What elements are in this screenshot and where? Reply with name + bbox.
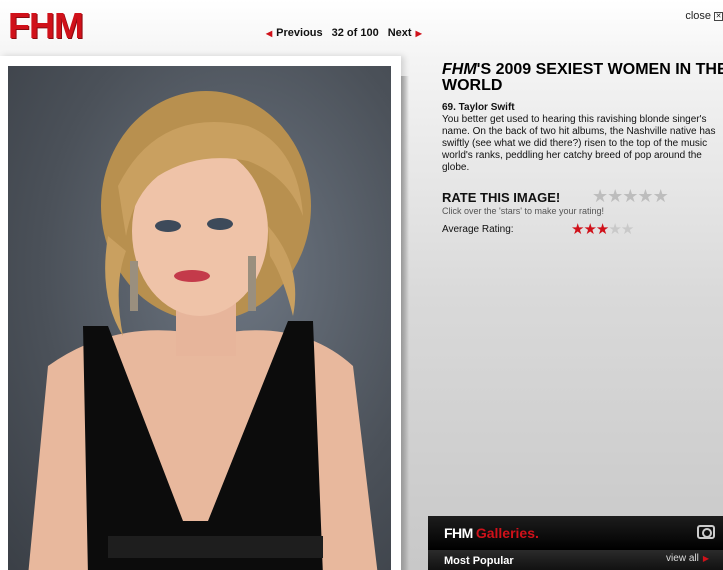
- filled-star-icon: ★: [571, 221, 584, 238]
- close-button[interactable]: close ✕: [685, 10, 723, 22]
- view-all-link[interactable]: view all ▶: [666, 553, 709, 564]
- gallery-photo[interactable]: [8, 66, 391, 570]
- rate-star-icon[interactable]: ★: [607, 186, 623, 206]
- most-popular-label: Most Popular: [444, 555, 514, 567]
- galleries-label: Galleries.: [475, 525, 539, 541]
- camera-icon: [697, 525, 715, 539]
- previous-arrow-icon[interactable]: ◀: [266, 29, 272, 38]
- view-all-arrow-icon: ▶: [702, 554, 709, 563]
- next-link[interactable]: Next: [388, 27, 412, 39]
- galleries-brand: FHM: [444, 525, 473, 541]
- photo-illustration: [28, 91, 378, 570]
- close-label[interactable]: close: [685, 10, 711, 22]
- close-icon[interactable]: ✕: [714, 11, 723, 21]
- average-rating-stars: ★★★★★: [571, 220, 634, 238]
- rate-star-icon[interactable]: ★: [637, 186, 653, 206]
- empty-star-icon: ★: [620, 221, 634, 238]
- most-popular-bar: Most Popular view all ▶: [428, 550, 723, 570]
- pager: ◀ Previous 32 of 100 Next ▶: [266, 27, 422, 39]
- entry-name: 69. Taylor Swift: [442, 102, 515, 113]
- average-rating-label: Average Rating:: [442, 224, 514, 235]
- rate-hint: Click over the 'stars' to make your rati…: [442, 206, 604, 216]
- gallery-title: FHM'S 2009 SEXIEST WOMEN IN THE WORLD: [442, 62, 723, 94]
- filled-star-icon: ★: [583, 221, 596, 238]
- previous-link[interactable]: Previous: [276, 27, 322, 39]
- photo-frame: [0, 56, 401, 570]
- title-brand: FHM: [442, 61, 477, 78]
- rate-star-icon[interactable]: ★: [653, 186, 669, 206]
- next-arrow-icon[interactable]: ▶: [416, 29, 422, 38]
- fhm-logo[interactable]: FHM: [8, 8, 84, 44]
- rate-stars[interactable]: ★★★★★: [592, 186, 669, 207]
- empty-star-icon: ★: [608, 221, 621, 238]
- galleries-header[interactable]: FHM Galleries.: [428, 516, 723, 550]
- title-text: 'S 2009 SEXIEST WOMEN IN THE WORLD: [442, 61, 723, 94]
- frame-shadow: [401, 76, 409, 570]
- entry-description: You better get used to hearing this ravi…: [442, 114, 716, 173]
- rate-star-icon[interactable]: ★: [622, 186, 638, 206]
- rate-star-icon[interactable]: ★: [592, 186, 608, 206]
- filled-star-icon: ★: [595, 221, 609, 238]
- view-all-label[interactable]: view all: [666, 553, 699, 564]
- rate-title: RATE THIS IMAGE!: [442, 190, 561, 205]
- image-count: 32 of 100: [331, 27, 379, 39]
